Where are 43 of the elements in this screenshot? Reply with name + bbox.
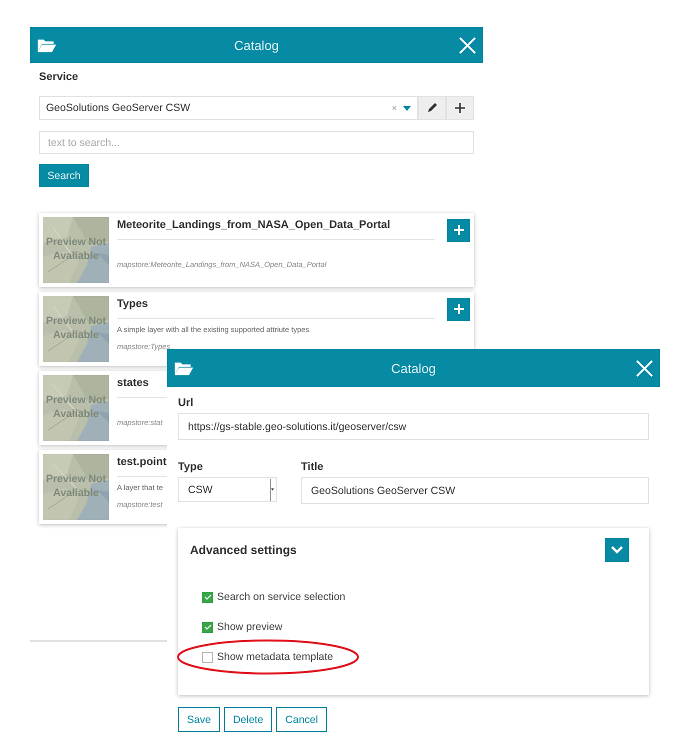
folder-icon	[173, 360, 195, 376]
preview-text: Preview Not Avaliable	[44, 472, 108, 500]
close-icon[interactable]	[635, 358, 654, 378]
record-title: Types	[117, 298, 435, 319]
dialog-title: Catalog	[391, 360, 436, 376]
dialog-button[interactable]: Delete	[224, 707, 272, 732]
field-label: Url	[178, 397, 194, 409]
type-select[interactable]: CSW	[178, 477, 277, 502]
checkbox[interactable]	[202, 592, 213, 602]
field-label: Type	[178, 461, 203, 473]
edit-button[interactable]	[418, 96, 446, 120]
search-field[interactable]: text to search...	[39, 131, 474, 154]
dialog-button[interactable]: Save	[178, 707, 220, 732]
panel-title: Advanced settings	[190, 543, 297, 557]
checkbox-label: Show preview	[217, 621, 282, 633]
add-service-button[interactable]	[446, 96, 474, 120]
caret-icon[interactable]	[271, 488, 274, 491]
checkbox-label: Search on service selection	[217, 591, 346, 603]
pencil-icon	[426, 102, 438, 114]
preview-text: Preview Not Avaliable	[44, 314, 108, 342]
preview-text: Preview Not Avaliable	[44, 393, 108, 421]
checkbox[interactable]	[202, 622, 213, 632]
plus-icon	[454, 102, 466, 114]
field-label: Title	[301, 461, 324, 473]
folder-icon	[36, 38, 58, 52]
service-select[interactable]: GeoSolutions GeoServer CSW ×	[39, 96, 418, 120]
title-field[interactable]: GeoSolutions GeoServer CSW	[301, 477, 649, 504]
dialog-title: Catalog	[234, 38, 279, 52]
url-field[interactable]: https://gs-stable.geo-solutions.it/geoserver/csw	[178, 413, 649, 440]
plus-icon	[452, 302, 464, 314]
add-layer-button[interactable]	[447, 219, 470, 242]
dialog-button[interactable]: Cancel	[276, 707, 327, 732]
record-title: Meteorite_Landings_from_NASA_Open_Data_Portal	[117, 219, 435, 240]
field-label: Service	[39, 71, 78, 83]
preview-text: Preview Not Avaliable	[44, 235, 108, 263]
checkbox[interactable]	[202, 652, 213, 662]
add-layer-button[interactable]	[447, 298, 470, 321]
plus-icon	[452, 224, 464, 236]
expand-toggle[interactable]	[605, 538, 629, 562]
checkbox-label: Show metadata template	[217, 651, 334, 663]
chevron-icon	[611, 546, 623, 554]
search-button[interactable]: Search	[39, 164, 89, 187]
close-icon[interactable]	[458, 36, 477, 54]
